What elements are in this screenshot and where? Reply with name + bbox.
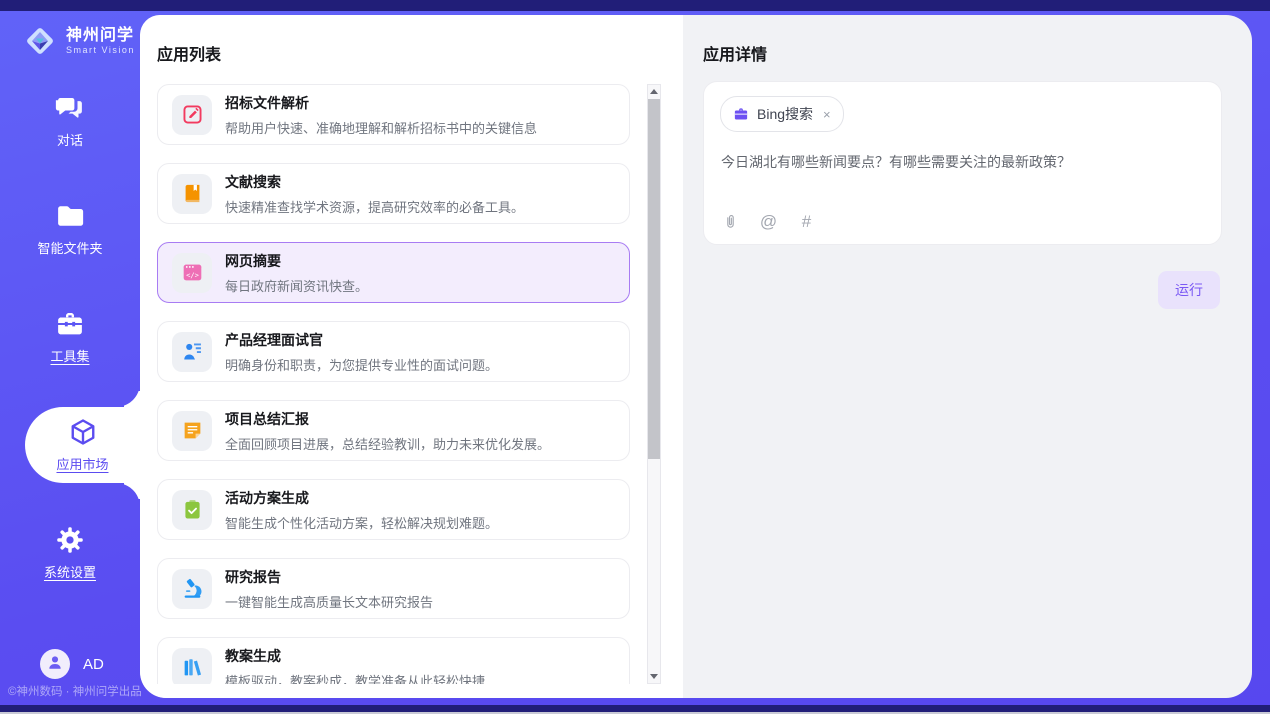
sidebar-item-cube[interactable]: 应用市场 (25, 407, 140, 483)
gear-icon (55, 525, 85, 555)
sidebar-item-folder[interactable]: 智能文件夹 (0, 191, 140, 267)
sidebar-item-label: 智能文件夹 (37, 238, 102, 257)
scrollbar-thumb[interactable] (648, 99, 660, 459)
app-card[interactable]: 招标文件解析 帮助用户快速、准确地理解和解析招标书中的关键信息 (157, 84, 630, 145)
user-badge[interactable]: AD (40, 649, 104, 679)
app-card-title: 文献搜索 (225, 172, 524, 192)
paperclip-icon[interactable] (721, 212, 740, 231)
app-card-title: 产品经理面试官 (225, 330, 498, 350)
app-card-list: 招标文件解析 帮助用户快速、准确地理解和解析招标书中的关键信息 文献搜索 快速精… (157, 84, 630, 684)
close-icon[interactable]: × (823, 107, 831, 122)
avatar (40, 649, 70, 679)
app-card[interactable]: </> 网页摘要 每日政府新闻资讯快查。 (157, 242, 630, 303)
folder-icon (55, 201, 85, 231)
app-card-title: 教案生成 (225, 646, 485, 666)
app-card-desc: 快速精准查找学术资源，提高研究效率的必备工具。 (225, 197, 524, 216)
sidebar-item-label: 工具集 (50, 346, 89, 365)
tool-tag-bing-search[interactable]: Bing搜索 × (720, 96, 844, 132)
app-card[interactable]: 产品经理面试官 明确身份和职责，为您提供专业性的面试问题。 (157, 321, 630, 382)
app-list-panel: 应用列表 招标文件解析 帮助用户快速、准确地理解和解析招标书中的关键信息 文献搜… (140, 15, 683, 698)
app-list-title: 应用列表 (157, 41, 221, 65)
scroll-down-arrow[interactable] (648, 670, 660, 683)
edit-square-icon (172, 95, 212, 135)
app-card[interactable]: 活动方案生成 智能生成个性化活动方案，轻松解决规划难题。 (157, 479, 630, 540)
user-icon (46, 653, 64, 676)
sidebar-item-label: 对话 (57, 130, 83, 149)
brand-subtitle: Smart Vision (66, 45, 135, 55)
sidebar-item-chat[interactable]: 对话 (0, 83, 140, 159)
app-card-title: 研究报告 (225, 567, 433, 587)
app-window: 神州问学 Smart Vision 对话 智能文件夹 工具集 应用市场 系统设置… (0, 0, 1270, 714)
cube-icon (68, 417, 98, 447)
app-card-desc: 帮助用户快速、准确地理解和解析招标书中的关键信息 (225, 118, 537, 137)
app-card-title: 项目总结汇报 (225, 409, 550, 429)
app-card-desc: 明确身份和职责，为您提供专业性的面试问题。 (225, 355, 498, 374)
query-input[interactable]: 今日湖北有哪些新闻要点？有哪些需要关注的最新政策？ (721, 152, 1205, 172)
copyright-footer: ©神州数码 · 神州问学出品 (8, 683, 142, 699)
app-card-desc: 全面回顾项目进展，总结经验教训，助力未来优化发展。 (225, 434, 550, 453)
app-card-desc: 智能生成个性化活动方案，轻松解决规划难题。 (225, 513, 498, 532)
run-button[interactable]: 运行 (1158, 271, 1220, 309)
svg-text:</>: </> (186, 270, 199, 279)
app-card-title: 活动方案生成 (225, 488, 498, 508)
sidebar-item-label: 应用市场 (56, 454, 108, 473)
app-detail-panel: 应用详情 Bing搜索 × 今日湖北有哪些新闻要点？有哪些需要关注的最新政策？ … (683, 15, 1252, 698)
sidebar-item-gear[interactable]: 系统设置 (0, 515, 140, 591)
scrollbar[interactable] (647, 84, 661, 684)
app-card[interactable]: 文献搜索 快速精准查找学术资源，提高研究效率的必备工具。 (157, 163, 630, 224)
app-detail-title: 应用详情 (703, 41, 767, 65)
app-card-title: 网页摘要 (225, 251, 368, 271)
app-card[interactable]: 研究报告 一键智能生成高质量长文本研究报告 (157, 558, 630, 619)
sidebar-nav: 对话 智能文件夹 工具集 应用市场 系统设置 (0, 83, 140, 623)
app-card-title: 招标文件解析 (225, 93, 537, 113)
app-card-desc: 每日政府新闻资讯快查。 (225, 276, 368, 295)
app-card[interactable]: 项目总结汇报 全面回顾项目进展，总结经验教训，助力未来优化发展。 (157, 400, 630, 461)
top-frame-strip (0, 0, 1270, 11)
brand-name: 神州问学 (66, 27, 135, 45)
sidebar-item-label: 系统设置 (44, 562, 96, 581)
app-card-desc: 模板驱动，教案秒成，教学准备从此轻松快捷 (225, 671, 485, 685)
user-name: AD (83, 656, 104, 673)
microscope-icon (172, 569, 212, 609)
app-card[interactable]: 教案生成 模板驱动，教案秒成，教学准备从此轻松快捷 (157, 637, 630, 684)
composer-card: Bing搜索 × 今日湖北有哪些新闻要点？有哪些需要关注的最新政策？ @# (703, 81, 1222, 245)
briefcase-icon (733, 106, 749, 122)
sidebar-item-toolbox[interactable]: 工具集 (0, 299, 140, 375)
book-icon (172, 174, 212, 214)
presenter-icon (172, 332, 212, 372)
scroll-up-arrow[interactable] (648, 85, 660, 98)
at-icon[interactable]: @ (759, 212, 778, 231)
sidebar: 神州问学 Smart Vision 对话 智能文件夹 工具集 应用市场 系统设置… (0, 11, 140, 705)
composer-toolbar: @# (721, 212, 816, 231)
browser-code-icon: </> (172, 253, 212, 293)
app-card-desc: 一键智能生成高质量长文本研究报告 (225, 592, 433, 611)
tool-tag-label: Bing搜索 (757, 104, 813, 124)
hash-icon[interactable]: # (797, 212, 816, 231)
clipboard-check-icon (172, 490, 212, 530)
toolbox-icon (55, 309, 85, 339)
diamond-logo-icon (22, 23, 58, 59)
content-area: 应用列表 招标文件解析 帮助用户快速、准确地理解和解析招标书中的关键信息 文献搜… (140, 15, 1252, 698)
chat-icon (55, 93, 85, 123)
note-icon (172, 411, 212, 451)
books-icon (172, 648, 212, 685)
brand-logo: 神州问学 Smart Vision (0, 11, 140, 59)
bottom-frame-strip (0, 705, 1270, 712)
